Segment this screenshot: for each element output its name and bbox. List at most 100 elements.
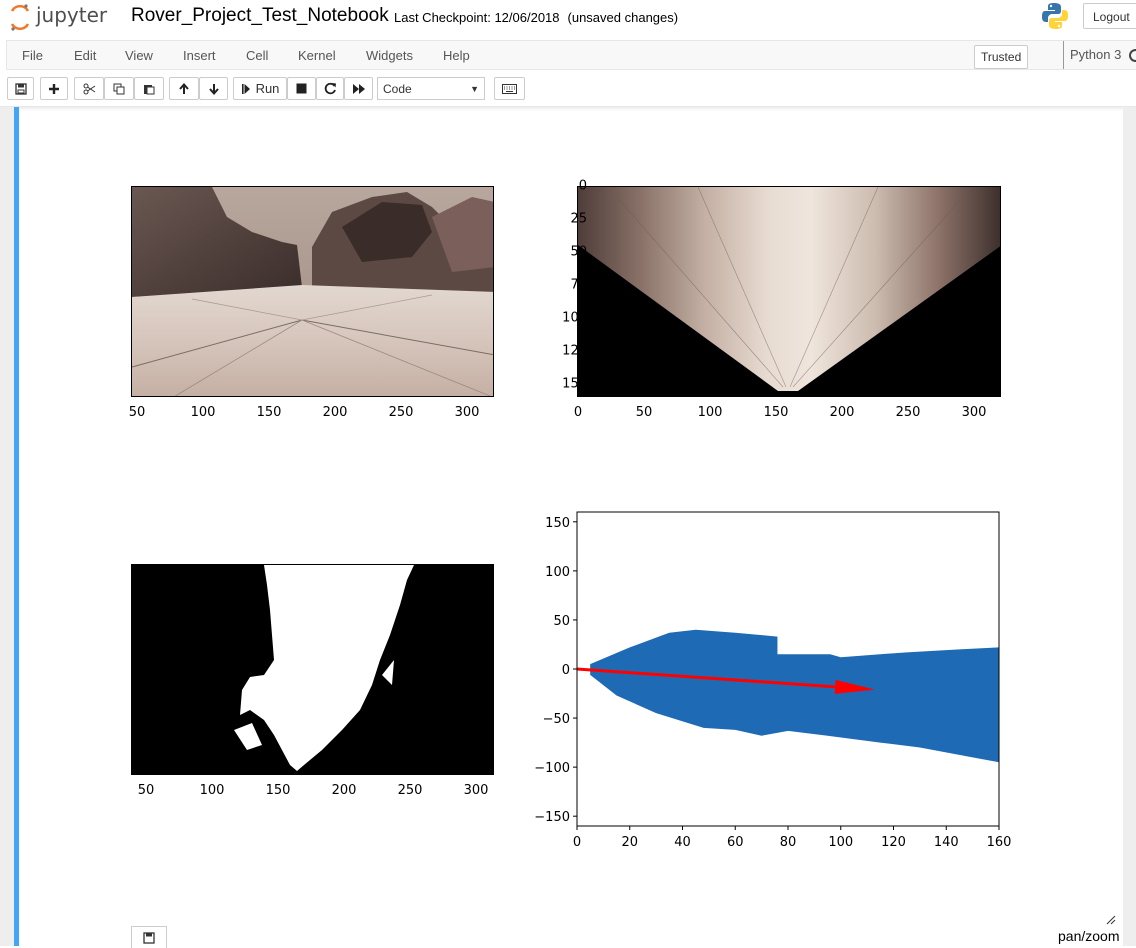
x-tick-label: 100 bbox=[828, 835, 853, 850]
tick-label: 150 bbox=[763, 405, 789, 420]
subplot-camera-image bbox=[131, 186, 494, 397]
menu-view[interactable]: View bbox=[125, 48, 153, 63]
main-toolbar: Run Code ▼ bbox=[0, 72, 1136, 107]
menu-insert[interactable]: Insert bbox=[183, 48, 216, 63]
y-tick-label: −100 bbox=[534, 761, 570, 776]
scissors-icon bbox=[83, 83, 95, 94]
menu-widgets[interactable]: Widgets bbox=[366, 48, 413, 63]
tick-label: 25 bbox=[570, 211, 587, 227]
x-tick-label: 160 bbox=[987, 835, 1012, 850]
chevron-down-icon: ▼ bbox=[470, 84, 479, 94]
tick-label: 250 bbox=[397, 783, 423, 798]
menu-cell[interactable]: Cell bbox=[246, 48, 268, 63]
notebook-name[interactable]: Rover_Project_Test_Notebook bbox=[131, 5, 389, 27]
tick-label: 50 bbox=[635, 405, 653, 420]
stop-icon bbox=[296, 83, 307, 94]
tick-label: 300 bbox=[961, 405, 987, 420]
tick-label: 100 bbox=[562, 310, 587, 326]
tick-label: 200 bbox=[331, 783, 357, 798]
tick-label: 50 bbox=[137, 783, 155, 798]
tick-label: 150 bbox=[562, 376, 587, 392]
tick-label: 0 bbox=[573, 405, 583, 420]
tick-label: 300 bbox=[454, 405, 480, 420]
tick-label: 250 bbox=[895, 405, 921, 420]
axis-2: 0 25 50 75 100 125 150 0 50 100 150 200 … bbox=[519, 177, 1019, 421]
trusted-indicator[interactable]: Trusted bbox=[974, 45, 1029, 69]
keyboard-icon bbox=[502, 83, 517, 94]
tick-label: 150 bbox=[265, 783, 291, 798]
y-tick-label: 50 bbox=[553, 614, 570, 629]
copy-button[interactable] bbox=[104, 77, 134, 100]
arrow-down-icon bbox=[208, 83, 219, 95]
tick-label: 150 bbox=[256, 405, 282, 420]
tick-label: 50 bbox=[570, 244, 587, 260]
x-tick-label: 120 bbox=[881, 835, 906, 850]
menu-kernel[interactable]: Kernel bbox=[298, 48, 336, 63]
fast-forward-icon bbox=[352, 83, 365, 94]
y-tick-label: −50 bbox=[543, 712, 570, 727]
tick-label: 75 bbox=[570, 277, 587, 293]
paste-button[interactable] bbox=[134, 77, 164, 100]
command-palette-button[interactable] bbox=[494, 77, 525, 100]
python-logo-icon bbox=[1040, 1, 1070, 31]
figure-mode-label: pan/zoom bbox=[1058, 928, 1120, 944]
kernel-name: Python 3 bbox=[1063, 41, 1121, 69]
tick-label: 300 bbox=[463, 783, 489, 798]
logo-text: jupyter bbox=[35, 3, 108, 27]
x-tick-label: 140 bbox=[934, 835, 959, 850]
logout-button[interactable]: Logout bbox=[1083, 3, 1136, 29]
tick-label: 250 bbox=[388, 405, 414, 420]
notebook-left-gutter bbox=[0, 107, 14, 946]
cell-type-value: Code bbox=[383, 82, 412, 96]
tick-label: 0 bbox=[578, 178, 587, 194]
copy-icon bbox=[113, 83, 125, 94]
tick-label: 100 bbox=[190, 405, 216, 420]
move-up-button[interactable] bbox=[169, 77, 199, 100]
checkpoint-status: Last Checkpoint: 12/06/2018 (unsaved chan… bbox=[394, 10, 678, 25]
subplot-threshold-image bbox=[131, 564, 494, 775]
cut-button[interactable] bbox=[74, 77, 104, 100]
tick-label: 125 bbox=[562, 343, 587, 359]
resize-handle-icon[interactable] bbox=[1106, 912, 1116, 925]
notebook-header: jupyter Rover_Project_Test_Notebook Last… bbox=[0, 0, 1136, 36]
x-tick-label: 40 bbox=[674, 835, 691, 850]
x-tick-label: 80 bbox=[780, 835, 797, 850]
x-tick-label: 60 bbox=[727, 835, 744, 850]
interrupt-button[interactable] bbox=[287, 77, 316, 100]
tick-label: 200 bbox=[829, 405, 855, 420]
tick-label: 200 bbox=[322, 405, 348, 420]
plus-icon bbox=[49, 83, 59, 94]
x-tick-label: 0 bbox=[573, 835, 581, 850]
menu-help[interactable]: Help bbox=[443, 48, 470, 63]
step-forward-icon bbox=[241, 83, 250, 94]
menu-bar: File Edit View Insert Cell Kernel Widget… bbox=[6, 40, 1136, 70]
scatter-plot: 0 20 40 60 80 100 120 140 160 150 100 50 0 −50 −100 −15… bbox=[534, 511, 1012, 850]
tick-label: 100 bbox=[199, 783, 225, 798]
x-tick-label: 20 bbox=[621, 835, 638, 850]
save-icon bbox=[143, 931, 155, 944]
figure-output: 50 100 150 200 250 300 0 25 50 75 100 12… bbox=[19, 107, 1123, 948]
y-tick-label: 150 bbox=[545, 516, 570, 531]
cell-type-select[interactable]: Code ▼ bbox=[377, 77, 485, 100]
tick-label: 100 bbox=[697, 405, 723, 420]
menu-edit[interactable]: Edit bbox=[74, 48, 96, 63]
menu-file[interactable]: File bbox=[22, 48, 43, 63]
tick-label: 50 bbox=[128, 405, 146, 420]
navigable-point-cloud bbox=[590, 629, 999, 763]
save-icon bbox=[14, 82, 27, 95]
notebook-right-gutter bbox=[1123, 107, 1136, 946]
jupyter-logo[interactable]: jupyter bbox=[9, 2, 119, 32]
restart-run-all-button[interactable] bbox=[344, 77, 373, 100]
restart-button[interactable] bbox=[316, 77, 344, 100]
checkpoint-text: Last Checkpoint: 12/06/2018 bbox=[394, 10, 560, 25]
y-tick-label: −150 bbox=[534, 810, 570, 825]
figure-save-button[interactable] bbox=[131, 926, 167, 948]
arrow-up-icon bbox=[179, 82, 189, 94]
y-tick-label: 0 bbox=[562, 663, 570, 678]
move-down-button[interactable] bbox=[199, 77, 228, 100]
run-button[interactable]: Run bbox=[233, 77, 287, 100]
save-button[interactable] bbox=[7, 77, 34, 100]
y-tick-label: 100 bbox=[545, 565, 570, 580]
run-label: Run bbox=[255, 81, 280, 96]
insert-cell-button[interactable] bbox=[40, 77, 68, 100]
